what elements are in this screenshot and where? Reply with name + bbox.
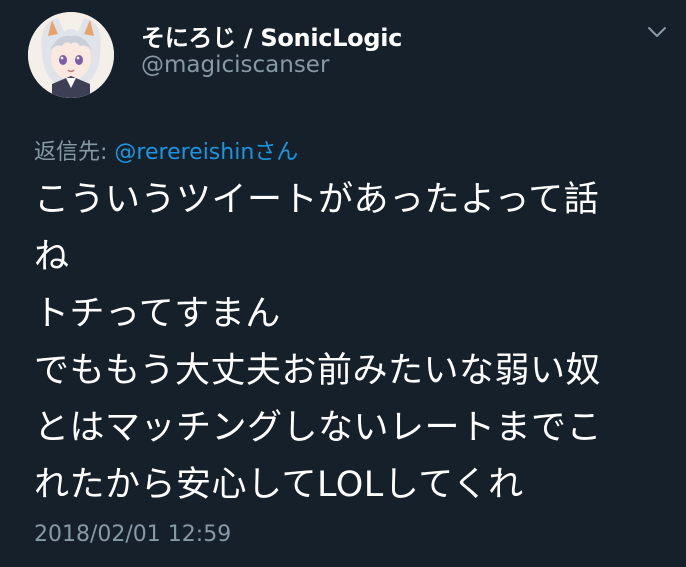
reply-prefix: 返信先: bbox=[34, 140, 115, 165]
tweet-text-line: れたから安心してLOLしてくれ bbox=[34, 465, 524, 505]
tweet-text-line: こういうツイートがあったよって話 bbox=[34, 180, 600, 220]
tweet-text-line: ね bbox=[34, 237, 70, 277]
reply-user-link[interactable]: @rerereishin bbox=[114, 140, 254, 165]
tweet-text-line: とはマッチングしないレートまでこ bbox=[34, 408, 603, 448]
tweet-timestamp[interactable]: 2018/02/01 12:59 bbox=[34, 522, 231, 547]
user-handle[interactable]: @magiciscanser bbox=[141, 52, 329, 78]
tweet-text: こういうツイートがあったよって話 ね トチってすまん でももう大丈夫お前みたいな… bbox=[34, 172, 674, 514]
tweet-text-line: トチってすまん bbox=[34, 294, 281, 334]
avatar-image bbox=[28, 12, 114, 98]
display-name[interactable]: そにろじ / SonicLogic bbox=[141, 18, 402, 53]
tweet: そにろじ / SonicLogic @magiciscanser 返信先: @r… bbox=[0, 0, 686, 567]
reply-context: 返信先: @rerereishinさん bbox=[34, 134, 298, 166]
avatar[interactable] bbox=[28, 12, 114, 98]
reply-suffix: さん bbox=[254, 140, 299, 165]
chevron-down-icon[interactable] bbox=[646, 24, 668, 40]
tweet-text-line: でももう大丈夫お前みたいな弱い奴 bbox=[34, 351, 601, 391]
